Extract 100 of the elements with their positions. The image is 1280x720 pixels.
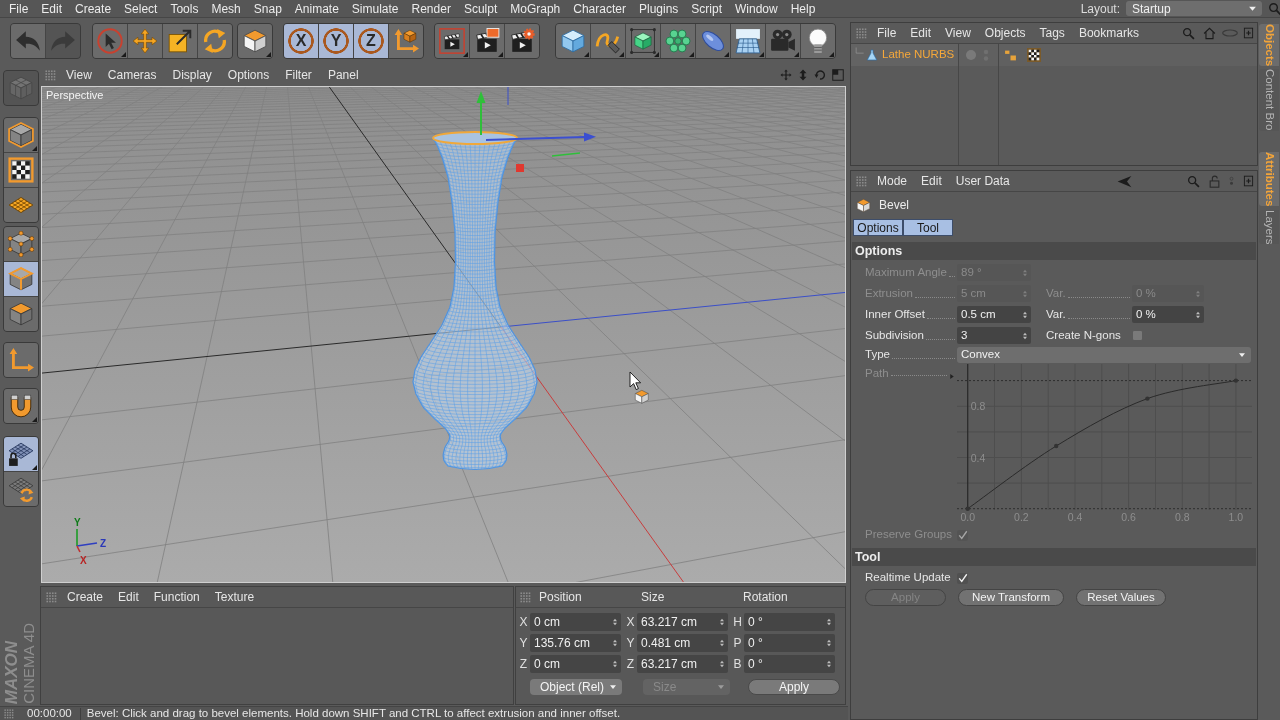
points-mode-button[interactable] [4, 227, 38, 261]
coordinate-field[interactable]: 0 ° [744, 654, 835, 673]
menu-item[interactable]: Filter [285, 69, 312, 81]
menu-item[interactable]: Edit [118, 591, 139, 603]
coordinate-field[interactable]: 0 cm [530, 654, 621, 673]
menu-item[interactable]: Texture [214, 591, 255, 603]
menu-item[interactable]: Mesh [211, 2, 241, 15]
tab[interactable]: Options [853, 219, 903, 236]
object-row[interactable]: Lathe NURBS [851, 44, 958, 66]
curve-point[interactable] [1145, 396, 1150, 401]
menu-item[interactable]: Edit [41, 2, 63, 15]
menu-item[interactable]: File [9, 2, 29, 15]
menu-item[interactable]: Panel [327, 69, 359, 81]
render-settings-button[interactable] [505, 24, 539, 58]
last-tool-button[interactable] [238, 24, 272, 58]
panel-layout-icon[interactable] [832, 69, 844, 81]
menu-item[interactable]: Character [573, 2, 626, 15]
dots-icon[interactable] [1227, 174, 1236, 188]
squares-tag-icon[interactable] [1004, 48, 1017, 62]
move-gizmo-drawing[interactable] [476, 91, 596, 172]
texture-mode-button[interactable] [4, 153, 38, 187]
coordinate-field[interactable]: 63.217 cm [637, 612, 728, 631]
menu-item[interactable]: Tools [170, 2, 199, 15]
axis-lock-button[interactable]: X [284, 24, 318, 58]
menu-item[interactable]: Bookmarks [1078, 27, 1139, 39]
coordinate-field[interactable]: 135.76 cm [530, 633, 621, 652]
cube-object-button[interactable] [556, 24, 590, 58]
live-selection-button[interactable] [93, 24, 127, 58]
undo-button[interactable] [11, 24, 45, 58]
checkbox[interactable] [1132, 330, 1143, 341]
menu-item[interactable]: File [877, 27, 897, 39]
deformer-button[interactable] [696, 24, 730, 58]
menu-item[interactable]: Objects [984, 27, 1026, 39]
axis-lock-button[interactable]: Z [354, 24, 388, 58]
curve-point[interactable] [1054, 443, 1059, 449]
floor-button[interactable] [731, 24, 765, 58]
menu-item[interactable]: Tags [1039, 27, 1065, 39]
menu-item[interactable]: Simulate [351, 2, 399, 15]
new-panel-icon[interactable] [1243, 26, 1254, 40]
menu-item[interactable]: Create [67, 591, 104, 603]
axis-mode-button[interactable] [4, 343, 38, 377]
polygons-mode-button[interactable] [4, 297, 38, 331]
coordinate-field[interactable]: 0 ° [744, 612, 835, 631]
render-viewer-button[interactable] [470, 24, 504, 58]
type-dropdown[interactable]: Convex [957, 347, 1251, 363]
reset-values-button[interactable]: Reset Values [1076, 589, 1166, 606]
pen-button[interactable] [591, 24, 625, 58]
menu-item[interactable]: Select [124, 2, 158, 15]
menu-item[interactable]: Display [172, 69, 212, 81]
menu-item[interactable]: Options [227, 69, 270, 81]
menu-item[interactable]: MoGraph [510, 2, 561, 15]
viewport[interactable]: Perspective Y Z X [41, 86, 846, 583]
coordinate-field[interactable]: 0 cm [530, 612, 621, 631]
home-icon[interactable] [1203, 26, 1216, 40]
subdivision-button[interactable] [626, 24, 660, 58]
lock-icon[interactable] [1208, 174, 1221, 188]
orbit-view-icon[interactable] [814, 69, 826, 81]
planar-workplane-button[interactable] [4, 472, 38, 506]
search-icon[interactable] [1182, 26, 1195, 40]
light-button[interactable] [801, 24, 835, 58]
number-field[interactable]: 0 % [1132, 306, 1204, 323]
menu-item[interactable]: Plugins [638, 2, 679, 15]
menu-item[interactable]: Help [790, 2, 816, 15]
render-view-button[interactable] [435, 24, 469, 58]
camera-button[interactable] [766, 24, 800, 58]
menu-item[interactable]: Render [411, 2, 451, 15]
menu-item[interactable]: Snap [253, 2, 282, 15]
menu-item[interactable]: Cameras [107, 69, 157, 81]
search-icon[interactable] [1187, 174, 1200, 188]
menu-item[interactable]: Script [691, 2, 722, 15]
menu-item[interactable]: View [945, 27, 971, 39]
menu-item[interactable]: User Data [955, 175, 1010, 187]
search-icon[interactable] [1268, 1, 1280, 16]
zoom-view-icon[interactable] [797, 69, 809, 81]
object-name[interactable]: Lathe NURBS [882, 49, 955, 61]
checker-tag-icon[interactable] [1027, 48, 1041, 62]
layout-dropdown[interactable]: Startup [1126, 1, 1262, 16]
snap-button[interactable] [4, 389, 38, 423]
menu-item[interactable]: Edit [921, 175, 942, 187]
menu-item[interactable]: Window [735, 2, 778, 15]
tab[interactable]: Tool [903, 219, 953, 236]
scale-button[interactable] [163, 24, 197, 58]
curve-point[interactable] [965, 506, 970, 511]
expand-arrow-icon[interactable] [949, 373, 955, 380]
menu-item[interactable]: Edit [910, 27, 932, 39]
number-field[interactable]: 0.5 cm [957, 306, 1031, 323]
dropdown[interactable]: Object (Rel) [530, 679, 622, 695]
side-tab[interactable]: Content Bro [1259, 69, 1279, 131]
coordinate-system-button[interactable] [389, 24, 423, 58]
vase-model[interactable] [412, 131, 538, 471]
move-view-icon[interactable] [780, 69, 792, 81]
apply-button[interactable]: Apply [748, 679, 840, 695]
side-tab[interactable]: Layers [1259, 209, 1279, 245]
number-field[interactable]: 3 [957, 327, 1031, 344]
menu-item[interactable]: Animate [294, 2, 339, 15]
menu-item[interactable]: View [66, 69, 92, 81]
menu-item[interactable]: Function [153, 591, 200, 603]
coordinate-field[interactable]: 0 ° [744, 633, 835, 652]
curve-point[interactable] [1233, 378, 1239, 383]
model-mode-button[interactable] [4, 118, 38, 152]
